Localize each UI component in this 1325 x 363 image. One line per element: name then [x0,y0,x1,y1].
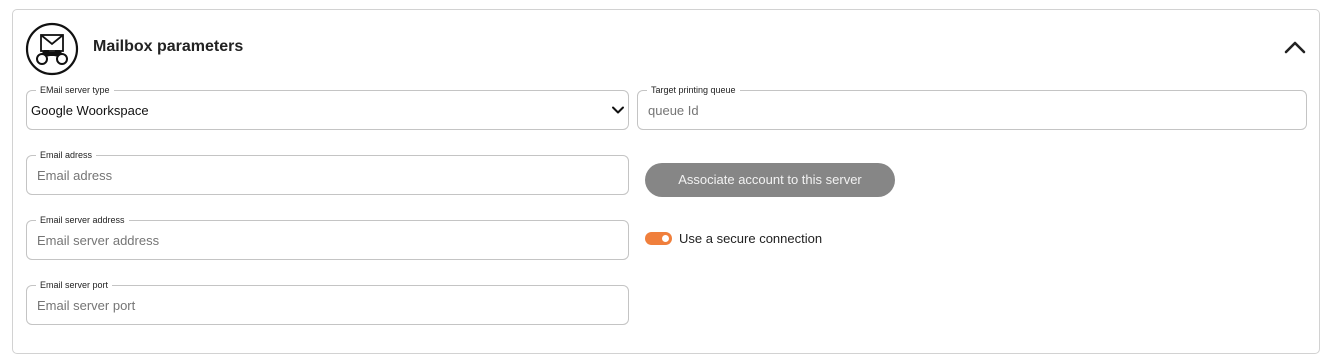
email-server-type-value: Google Woorkspace [31,103,149,118]
email-server-port-field: Email server port [26,279,629,325]
mailbox-binoculars-icon [25,22,79,76]
target-printing-queue-input[interactable] [638,91,1306,129]
associate-account-button[interactable]: Associate account to this server [645,163,895,197]
secure-connection-toggle[interactable] [645,232,672,245]
email-server-type-select[interactable]: EMail server type Google Woorkspace [26,84,629,130]
chevron-down-icon [612,106,624,114]
chevron-up-icon [1284,41,1306,54]
email-server-address-field: Email server address [26,214,629,260]
email-server-type-label: EMail server type [36,84,114,96]
email-address-input[interactable] [27,156,628,194]
target-printing-queue-field: Target printing queue [637,84,1307,130]
email-address-field: Email adress [26,149,629,195]
collapse-button[interactable] [1280,34,1310,60]
secure-connection-label: Use a secure connection [679,231,823,246]
panel-title: Mailbox parameters [93,38,244,55]
toggle-knob [662,235,669,242]
email-server-port-input[interactable] [27,286,628,324]
email-server-address-input[interactable] [27,221,628,259]
